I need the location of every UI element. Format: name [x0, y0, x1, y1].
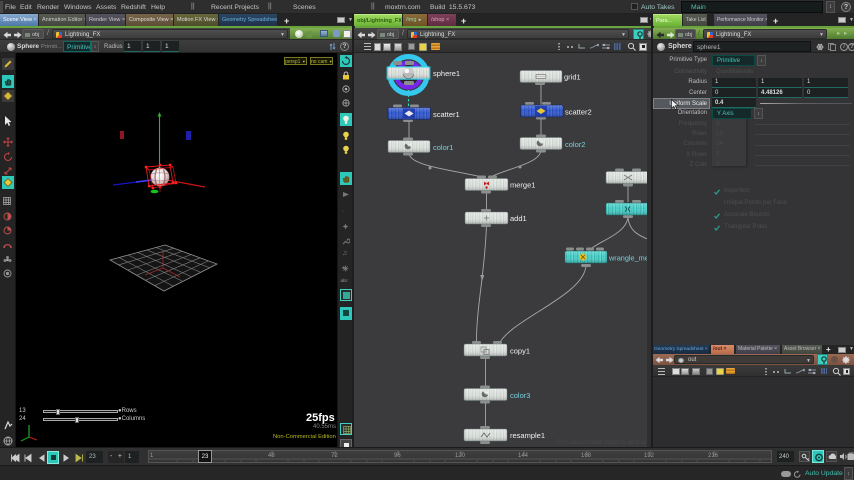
svg-text:color2: color2	[565, 140, 585, 149]
svg-text:wrangle_me: wrangle_me	[608, 254, 649, 263]
svg-text:Pre-select node input to wire: Pre-select node input to wire automatica…	[557, 439, 652, 446]
svg-text:96: 96	[394, 453, 401, 459]
svg-text:scatter1: scatter1	[433, 110, 460, 119]
svg-text:sphere1: sphere1	[433, 69, 460, 78]
svg-text:168: 168	[581, 453, 592, 459]
svg-text:216: 216	[708, 453, 719, 459]
svg-text:resample1: resample1	[510, 431, 545, 440]
svg-text:copy1: copy1	[510, 347, 530, 356]
svg-text:1: 1	[150, 453, 154, 459]
svg-text:72: 72	[331, 453, 338, 459]
svg-text:color1: color1	[433, 143, 453, 152]
svg-text:add1: add1	[510, 214, 527, 223]
svg-text:scatter2: scatter2	[565, 108, 592, 117]
svg-text:grid1: grid1	[564, 73, 581, 82]
svg-text:color3: color3	[510, 391, 530, 400]
svg-text:192: 192	[644, 453, 655, 459]
svg-text:144: 144	[518, 453, 529, 459]
svg-text:120: 120	[455, 453, 466, 459]
svg-text:merge1: merge1	[510, 181, 535, 190]
svg-text:48: 48	[268, 453, 275, 459]
